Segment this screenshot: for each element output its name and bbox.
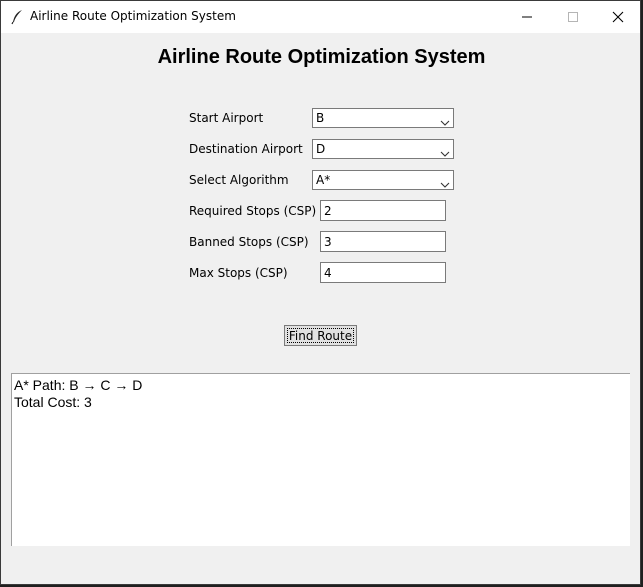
- maximize-button[interactable]: [550, 1, 596, 33]
- algorithm-value: A*: [316, 173, 331, 187]
- maximize-icon: [567, 8, 579, 27]
- page-title: Airline Route Optimization System: [157, 46, 486, 68]
- result-path-line: A* Path: B → C → D: [14, 377, 143, 393]
- start-airport-value: B: [316, 111, 325, 125]
- main-content: Airline Route Optimization System Start …: [1, 33, 640, 584]
- max-stops-value: 4: [324, 266, 332, 280]
- close-icon: [612, 8, 624, 27]
- chevron-down-icon[interactable]: [440, 144, 450, 157]
- destination-airport-label: Destination Airport: [189, 142, 303, 156]
- required-stops-input[interactable]: 2: [320, 200, 446, 221]
- max-stops-input[interactable]: 4: [320, 262, 446, 283]
- app-window: Airline Route Optimization System Airlin…: [0, 0, 641, 585]
- minimize-button[interactable]: [504, 1, 550, 33]
- algorithm-label: Select Algorithm: [189, 173, 289, 187]
- title-bar[interactable]: Airline Route Optimization System: [1, 1, 640, 33]
- banned-stops-input[interactable]: 3: [320, 231, 446, 252]
- banned-stops-label: Banned Stops (CSP): [189, 235, 309, 249]
- minimize-icon: [521, 8, 533, 27]
- destination-airport-value: D: [316, 142, 326, 156]
- result-cost-line: Total Cost: 3: [14, 394, 92, 410]
- find-route-button[interactable]: Find Route: [284, 325, 357, 346]
- banned-stops-value: 3: [324, 235, 332, 249]
- close-button[interactable]: [595, 1, 640, 33]
- start-airport-label: Start Airport: [189, 111, 264, 125]
- start-airport-select[interactable]: B: [312, 108, 454, 128]
- max-stops-label: Max Stops (CSP): [189, 266, 288, 280]
- chevron-down-icon[interactable]: [440, 175, 450, 188]
- window-title: Airline Route Optimization System: [30, 9, 236, 23]
- destination-airport-select[interactable]: D: [312, 139, 454, 159]
- chevron-down-icon[interactable]: [440, 113, 450, 126]
- algorithm-select[interactable]: A*: [312, 170, 454, 190]
- required-stops-value: 2: [324, 204, 332, 218]
- feather-icon: [10, 9, 24, 25]
- result-text-area[interactable]: A* Path: B → C → D Total Cost: 3: [11, 373, 630, 546]
- required-stops-label: Required Stops (CSP): [189, 204, 317, 218]
